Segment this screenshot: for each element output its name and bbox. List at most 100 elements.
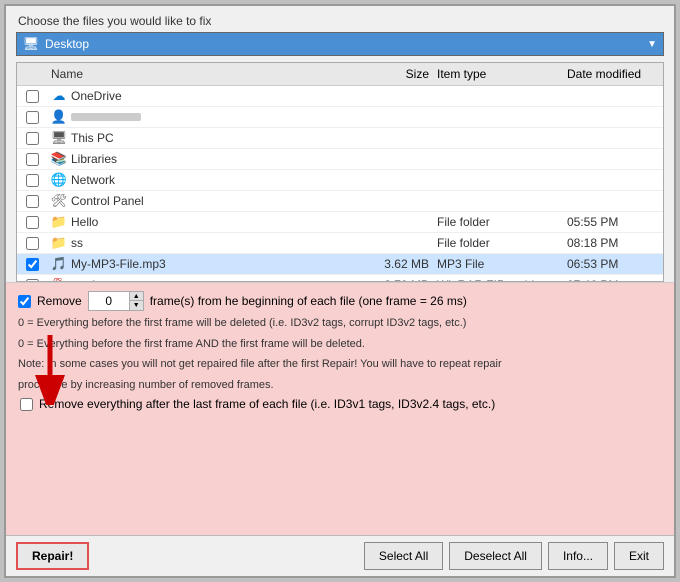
col-header-name: Name <box>47 65 363 83</box>
col-header-size: Size <box>363 65 433 83</box>
row-checkbox-5[interactable] <box>17 195 47 208</box>
checkbox-7[interactable] <box>26 237 39 250</box>
row-checkbox-3[interactable] <box>17 153 47 166</box>
row-checkbox-4[interactable] <box>17 174 47 187</box>
table-row: 👤 <box>17 107 663 128</box>
file-type-4 <box>433 179 563 181</box>
remove-checkbox[interactable] <box>18 295 31 308</box>
checkbox-3[interactable] <box>26 153 39 166</box>
checkbox-8[interactable] <box>26 258 39 271</box>
onedrive-icon: ☁ <box>51 88 67 104</box>
info-button[interactable]: Info... <box>548 542 608 570</box>
file-type-0 <box>433 95 563 97</box>
frame-input[interactable] <box>89 292 129 310</box>
pc-icon: 🖥 <box>51 130 67 146</box>
file-type-2 <box>433 137 563 139</box>
col-header-date: Date modified <box>563 65 663 83</box>
file-name-6: Hello <box>71 215 98 229</box>
checkbox-1[interactable] <box>26 111 39 124</box>
file-name-7: ss <box>71 236 83 250</box>
file-date-3 <box>563 158 663 160</box>
file-type-1 <box>433 116 563 118</box>
file-date-4 <box>563 179 663 181</box>
network-icon: 🌐 <box>51 172 67 188</box>
row-checkbox-1[interactable] <box>17 111 47 124</box>
file-date-8: 06:53 PM <box>563 256 663 272</box>
repair-button[interactable]: Repair! <box>16 542 89 570</box>
file-size-3 <box>363 158 433 160</box>
bottom-section: Remove ▲ ▼ frame(s) from he beginning of… <box>6 282 674 535</box>
file-date-6: 05:55 PM <box>563 214 663 230</box>
file-name-0: OneDrive <box>71 89 122 103</box>
file-size-0 <box>363 95 433 97</box>
file-list-header: Name Size Item type Date modified <box>17 63 663 86</box>
libraries-icon: 📚 <box>51 151 67 167</box>
folder-icon: 📁 <box>51 214 67 230</box>
file-size-4 <box>363 179 433 181</box>
remove-suffix-label: frame(s) from he beginning of each file … <box>150 294 467 308</box>
file-name-4: Network <box>71 173 115 187</box>
folder-icon: 📁 <box>51 235 67 251</box>
remove-label: Remove <box>37 294 82 308</box>
exit-button[interactable]: Exit <box>614 542 664 570</box>
checkbox-4[interactable] <box>26 174 39 187</box>
info-text-4: procedure by increasing number of remove… <box>18 377 662 394</box>
table-row: 📁 ss File folder 08:18 PM <box>17 233 663 254</box>
file-date-0 <box>563 95 663 97</box>
row-checkbox-6[interactable] <box>17 216 47 229</box>
file-list: Name Size Item type Date modified ☁ OneDr… <box>16 62 664 282</box>
person-icon: 👤 <box>51 109 67 125</box>
spin-up-button[interactable]: ▲ <box>129 292 143 301</box>
deselect-all-button[interactable]: Deselect All <box>449 542 542 570</box>
mp3-icon: 🎵 <box>51 256 67 272</box>
red-arrow-icon <box>32 335 68 405</box>
remove-row: Remove ▲ ▼ frame(s) from he beginning of… <box>18 291 662 311</box>
row-checkbox-2[interactable] <box>17 132 47 145</box>
row-checkbox-8[interactable] <box>17 258 47 271</box>
file-type-6: File folder <box>433 214 563 230</box>
file-size-8: 3.62 MB <box>363 256 433 272</box>
location-label: Desktop <box>45 37 89 51</box>
table-row: 🖥 This PC <box>17 128 663 149</box>
location-dropdown[interactable]: 🖥 Desktop ▼ <box>16 32 664 56</box>
checkbox-2[interactable] <box>26 132 39 145</box>
desktop-icon: 🖥 <box>23 36 39 52</box>
spin-down-button[interactable]: ▼ <box>129 301 143 310</box>
table-row: 🌐 Network <box>17 170 663 191</box>
checkbox-5[interactable] <box>26 195 39 208</box>
file-date-7: 08:18 PM <box>563 235 663 251</box>
table-row: 🎵My-MP3-File.mp3 3.62 MB MP3 File 06:53 … <box>17 254 663 275</box>
table-row: ☁ OneDrive <box>17 86 663 107</box>
location-bar: 🖥 Desktop ▼ <box>16 32 664 56</box>
checkbox-6[interactable] <box>26 216 39 229</box>
file-date-1 <box>563 116 663 118</box>
col-header-type: Item type <box>433 65 563 83</box>
file-size-2 <box>363 137 433 139</box>
select-all-button[interactable]: Select All <box>364 542 443 570</box>
file-type-7: File folder <box>433 235 563 251</box>
file-type-3 <box>433 158 563 160</box>
file-name-3: Libraries <box>71 152 117 166</box>
row-checkbox-0[interactable] <box>17 90 47 103</box>
info-text-2: 0 = Everything before the first frame AN… <box>18 336 662 353</box>
info-text-1: 0 = Everything before the first frame wi… <box>18 315 662 332</box>
remove-last-label: Remove everything after the last frame o… <box>39 397 495 411</box>
remove-last-row: Remove everything after the last frame o… <box>18 397 662 411</box>
table-row: 🛠Control Panel <box>17 191 663 212</box>
frame-spinner[interactable]: ▲ ▼ <box>88 291 144 311</box>
file-size-5 <box>363 200 433 202</box>
table-row: 📁 Hello File folder 05:55 PM <box>17 212 663 233</box>
spinner-arrows: ▲ ▼ <box>129 292 143 310</box>
chevron-down-icon: ▼ <box>647 39 657 50</box>
table-row: 🗜ss.zip 2.79 MB WinRAR ZIP archive 07:46… <box>17 275 663 282</box>
file-name-2: This PC <box>71 131 114 145</box>
file-size-6 <box>363 221 433 223</box>
file-name-1 <box>71 113 141 121</box>
main-dialog: Choose the files you would like to fix 🖥… <box>4 4 676 578</box>
file-type-8: MP3 File <box>433 256 563 272</box>
checkbox-0[interactable] <box>26 90 39 103</box>
button-row: Repair! Select All Deselect All Info... … <box>6 535 674 576</box>
row-checkbox-7[interactable] <box>17 237 47 250</box>
file-type-5 <box>433 200 563 202</box>
file-size-7 <box>363 242 433 244</box>
